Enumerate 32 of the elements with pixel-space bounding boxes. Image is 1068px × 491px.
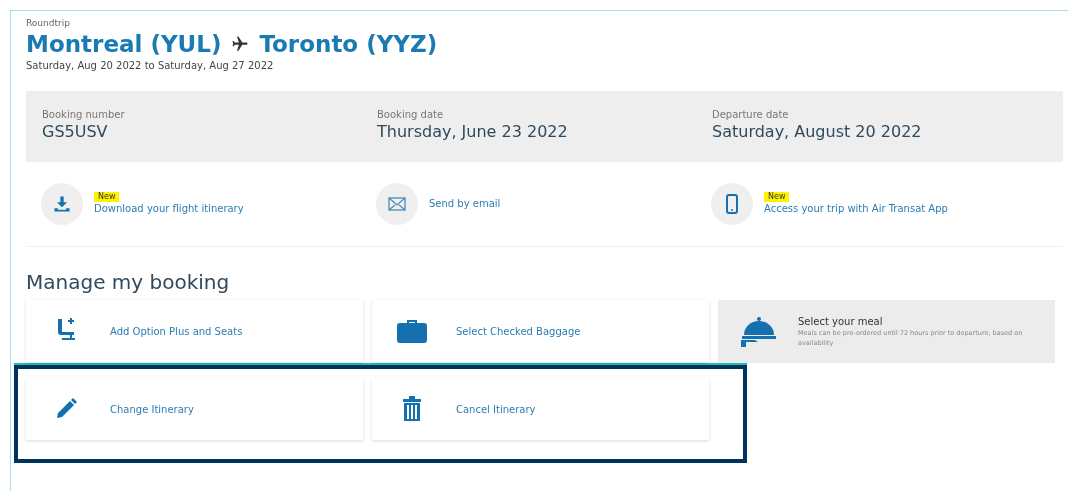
detail-label: Booking date — [377, 109, 444, 121]
envelope-icon — [388, 196, 406, 211]
briefcase-icon — [396, 318, 428, 344]
trash-icon — [402, 396, 422, 422]
destination-city: Toronto (YYZ) — [259, 30, 438, 59]
action-link[interactable]: Access your trip with Air Transat App — [764, 201, 948, 216]
detail-value: GS5USV — [42, 121, 108, 143]
cloche-icon — [740, 315, 776, 348]
option-card[interactable]: Add Option Plus and Seats — [26, 300, 363, 362]
card-label: Cancel Itinerary — [456, 402, 536, 417]
action-link[interactable]: Send by email — [429, 196, 501, 211]
card-label: Select Checked Baggage — [456, 324, 581, 339]
airplane-icon — [231, 35, 250, 53]
smartphone-icon — [726, 193, 738, 214]
action-link[interactable]: Download your flight itinerary — [94, 201, 244, 216]
card-label: Add Option Plus and Seats — [110, 324, 243, 339]
option-card[interactable]: Change Itinerary — [26, 378, 363, 440]
origin-city: Montreal (YUL) — [26, 30, 222, 59]
detail-value: Saturday, August 20 2022 — [712, 121, 922, 143]
pencil-icon — [54, 397, 78, 421]
option-card[interactable]: Cancel Itinerary — [372, 378, 709, 440]
card-label: Change Itinerary — [110, 402, 194, 417]
new-badge: New — [764, 191, 790, 202]
section-heading: Manage my booking — [26, 269, 230, 295]
new-badge: New — [94, 191, 120, 202]
card-title: Select your meal — [798, 315, 883, 328]
detail-label: Booking number — [42, 109, 125, 121]
trip-type-label: Roundtrip — [26, 17, 71, 29]
detail-value: Thursday, June 23 2022 — [377, 121, 568, 143]
trip-dates: Saturday, Aug 20 2022 to Saturday, Aug 27 2022 — [26, 59, 275, 73]
detail-label: Departure date — [712, 109, 789, 121]
option-card[interactable]: Select Checked Baggage — [372, 300, 709, 362]
